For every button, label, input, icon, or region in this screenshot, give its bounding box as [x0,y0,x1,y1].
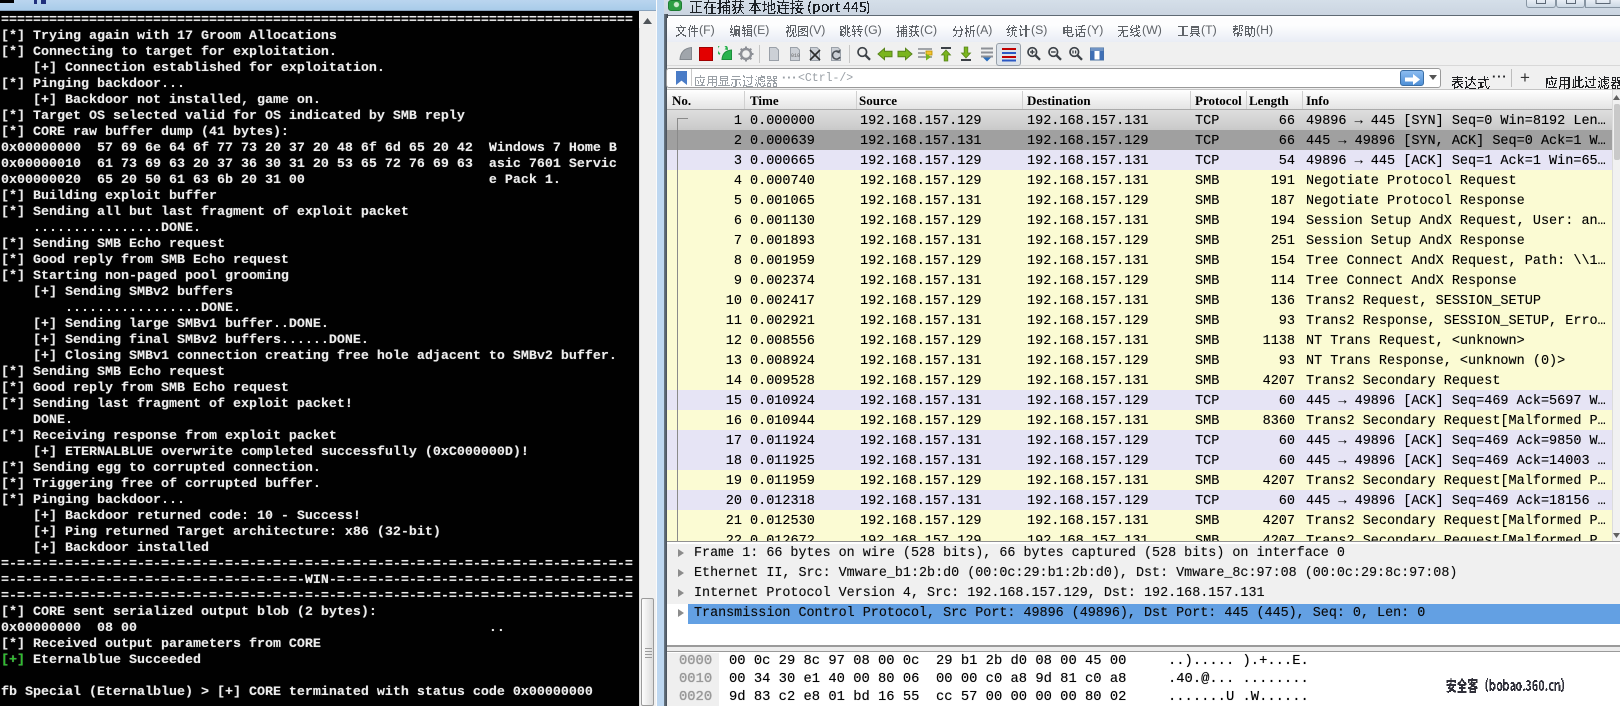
svg-text:010: 010 [791,53,800,59]
